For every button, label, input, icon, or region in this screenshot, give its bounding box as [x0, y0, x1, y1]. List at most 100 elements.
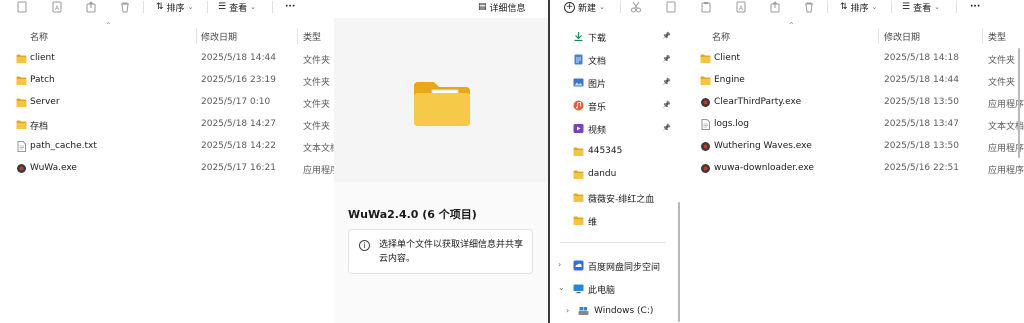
- more-button[interactable]: ···: [285, 0, 295, 14]
- pin-icon[interactable]: 📌: [662, 124, 671, 132]
- nav-item[interactable]: 薇薇安-绯红之血: [550, 187, 678, 209]
- file-name: WuWa.exe: [30, 163, 77, 173]
- nav-item-label: 百度网盘同步空间: [588, 263, 661, 273]
- file-row[interactable]: 存档 2025/5/18 14:27 文件夹: [0, 114, 334, 136]
- paste-icon[interactable]: A: [51, 1, 63, 13]
- column-divider[interactable]: [878, 28, 879, 44]
- nav-item[interactable]: 图片 📌: [550, 72, 678, 94]
- nav-item[interactable]: dandu: [550, 164, 678, 186]
- info-icon: i: [359, 240, 370, 251]
- download-icon: [573, 31, 584, 42]
- column-divider[interactable]: [196, 28, 197, 44]
- rename-icon[interactable]: A: [735, 1, 747, 13]
- new-button[interactable]: + 新建 ⌄: [564, 0, 605, 14]
- this-pc-icon: [573, 283, 584, 294]
- file-row[interactable]: ClearThirdParty.exe 2025/5/18 13:50 应用程序: [684, 92, 1024, 114]
- share-icon[interactable]: [769, 1, 781, 13]
- nav-item-label: 薇薇安-绯红之血: [588, 195, 655, 205]
- details-title: WuWa2.4.0 (6 个项目): [348, 208, 477, 221]
- file-row[interactable]: Wuthering Waves.exe 2025/5/18 13:50 应用程序: [684, 136, 1024, 158]
- nav-item[interactable]: 音乐 📌: [550, 95, 678, 117]
- file-name: Wuthering Waves.exe: [714, 141, 812, 151]
- nav-item-label: 视频: [588, 126, 607, 136]
- view-button[interactable]: ☰ 查看 ⌄: [902, 0, 940, 14]
- delete-icon[interactable]: [119, 1, 131, 13]
- nav-item[interactable]: 维: [550, 210, 678, 232]
- column-type[interactable]: 类型: [988, 30, 1006, 43]
- new-label: 新建: [578, 3, 597, 14]
- app-icon: [700, 163, 711, 174]
- cut-icon[interactable]: [630, 1, 642, 13]
- column-divider[interactable]: [297, 28, 298, 44]
- file-row[interactable]: client 2025/5/18 14:44 文件夹: [0, 48, 334, 70]
- chevron-down-icon: ⌄: [187, 3, 194, 11]
- sort-icon: ⇅: [840, 2, 848, 12]
- file-date: 2025/5/18 14:44: [884, 75, 959, 85]
- more-button[interactable]: ···: [970, 0, 980, 14]
- column-date[interactable]: 修改日期: [884, 30, 920, 43]
- column-date[interactable]: 修改日期: [201, 30, 237, 43]
- view-icon: ☰: [218, 2, 227, 12]
- file-name: Engine: [714, 75, 745, 85]
- column-divider[interactable]: [982, 28, 983, 44]
- column-name[interactable]: 名称: [30, 30, 48, 43]
- file-row[interactable]: Server 2025/5/17 0:10 文件夹: [0, 92, 334, 114]
- pin-icon[interactable]: 📌: [662, 78, 671, 86]
- sort-caret-icon: ⌃: [105, 21, 112, 30]
- nav-item[interactable]: › Windows (C:): [550, 301, 678, 323]
- folder-icon: [573, 169, 584, 180]
- file-name: logs.log: [714, 119, 749, 129]
- nav-item[interactable]: 视频 📌: [550, 118, 678, 140]
- details-info-box: i 选择单个文件以获取详细信息并共享云内容。: [348, 229, 533, 274]
- pin-icon[interactable]: 📌: [662, 32, 671, 40]
- paste-icon[interactable]: [700, 1, 712, 13]
- copy-icon[interactable]: [665, 1, 677, 13]
- file-row[interactable]: WuWa.exe 2025/5/17 16:21 应用程序: [0, 158, 339, 180]
- sort-label: 排序: [166, 3, 185, 14]
- file-type: 文件夹: [303, 56, 331, 66]
- nav-item[interactable]: 下载 📌: [550, 26, 678, 48]
- column-type[interactable]: 类型: [303, 30, 321, 43]
- chevron-down-icon: ⌄: [934, 3, 940, 11]
- sort-icon: ⇅: [156, 2, 164, 12]
- file-row[interactable]: Engine 2025/5/18 14:44 文件夹: [684, 70, 1018, 92]
- chevron-down-icon: ⌄: [599, 3, 605, 11]
- chevron-right-icon[interactable]: ›: [558, 260, 561, 269]
- file-row[interactable]: wuwa-downloader.exe 2025/5/16 22:51 应用程序: [684, 158, 1024, 180]
- file-row[interactable]: path_cache.txt 2025/5/18 14:22 文本文档: [0, 136, 339, 158]
- preview-area: [334, 18, 548, 182]
- share-icon[interactable]: [85, 1, 97, 13]
- music-icon: [573, 100, 584, 111]
- file-type: 应用程序: [988, 166, 1024, 176]
- pin-icon[interactable]: 📌: [662, 55, 671, 63]
- file-row[interactable]: Client 2025/5/18 14:18 文件夹: [684, 48, 1018, 70]
- folder-icon: [700, 75, 711, 86]
- nav-item[interactable]: › 百度网盘同步空间: [550, 255, 678, 277]
- column-name[interactable]: 名称: [712, 30, 730, 43]
- sort-button[interactable]: ⇅ 排序 ⌄: [156, 0, 193, 14]
- file-date: 2025/5/16 22:51: [884, 163, 959, 173]
- file-row[interactable]: logs.log 2025/5/18 13:47 文本文档: [684, 114, 1024, 136]
- delete-icon[interactable]: [803, 1, 815, 13]
- chevron-right-icon[interactable]: ›: [566, 306, 569, 315]
- nav-item[interactable]: 445345: [550, 141, 678, 163]
- view-label: 查看: [913, 3, 932, 14]
- app-icon: [700, 141, 711, 152]
- file-date: 2025/5/18 13:50: [884, 141, 959, 151]
- sort-button[interactable]: ⇅ 排序 ⌄: [840, 0, 877, 14]
- right-explorer-window: + 新建 ⌄ A ⇅ 排序 ⌄ ☰ 查看 ⌄ ··· 下载 📌 文档 📌 图片 📌 音乐 📌 视…: [550, 0, 1024, 323]
- copy-icon[interactable]: [16, 1, 28, 13]
- file-row[interactable]: Patch 2025/5/16 23:19 文件夹: [0, 70, 334, 92]
- nav-item[interactable]: ⌄ 此电脑: [550, 278, 678, 300]
- pin-icon[interactable]: 📌: [662, 101, 671, 109]
- view-label: 查看: [229, 3, 248, 14]
- left-toolbar: A ⇅ 排序 ⌄ ☰ 查看 ⌄ ··· ▤ 详细信息: [0, 0, 548, 18]
- details-pane-button[interactable]: ▤ 详细信息: [478, 0, 526, 14]
- left-explorer-window: A ⇅ 排序 ⌄ ☰ 查看 ⌄ ··· ▤ 详细信息 ⌃ 名称 修改日期 类型 …: [0, 0, 548, 323]
- view-button[interactable]: ☰ 查看 ⌄: [218, 0, 256, 14]
- nav-item[interactable]: 文档 📌: [550, 49, 678, 71]
- folder-icon: [16, 53, 27, 64]
- chevron-down-icon[interactable]: ⌄: [558, 283, 565, 292]
- file-list-scrollbar[interactable]: [1018, 48, 1020, 158]
- nav-scrollbar[interactable]: [678, 202, 680, 322]
